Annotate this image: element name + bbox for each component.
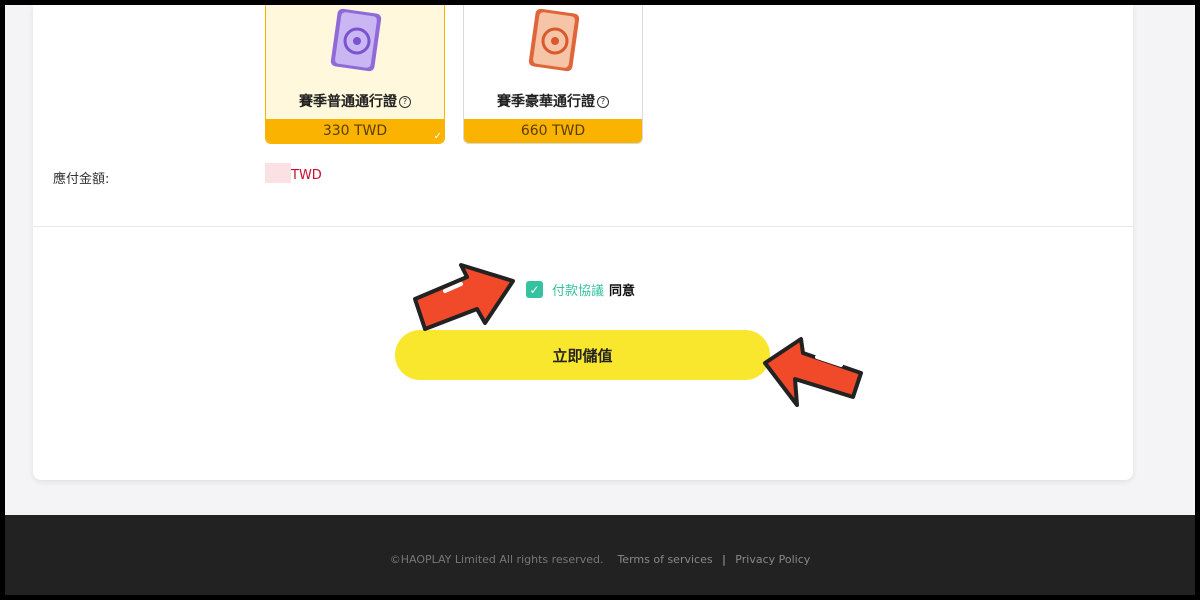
footer-separator: | <box>722 553 726 566</box>
copyright-text: ©HAOPLAY Limited All rights reserved. <box>389 553 604 566</box>
agreement-row: ✓ 付款協議 同意 <box>526 280 635 299</box>
privacy-link[interactable]: Privacy Policy <box>735 553 810 566</box>
top-up-now-button[interactable]: 立即儲值 <box>395 330 770 380</box>
amount-currency: TWD <box>291 168 322 183</box>
pass-price: 660 TWD <box>464 119 642 143</box>
purchase-card: 賽季普通通行證? 330 TWD ✓ 賽季豪華通行證? 660 TWD 應付金額… <box>33 5 1133 480</box>
pass-name: 賽季豪華通行證? <box>464 91 642 111</box>
page-frame: 賽季普通通行證? 330 TWD ✓ 賽季豪華通行證? 660 TWD 應付金額… <box>5 5 1195 595</box>
agree-label: 同意 <box>609 284 636 299</box>
pass-option-regular[interactable]: 賽季普通通行證? 330 TWD ✓ <box>265 5 445 144</box>
arrow-annotation-icon <box>413 263 515 331</box>
footer: ©HAOPLAY Limited All rights reserved. Te… <box>5 515 1195 595</box>
pass-name: 賽季普通通行證? <box>266 91 444 111</box>
pass-price: 330 TWD <box>266 119 444 143</box>
help-icon[interactable]: ? <box>399 96 411 108</box>
selected-check-icon: ✓ <box>433 131 442 142</box>
pass-book-icon <box>330 8 382 72</box>
terms-link[interactable]: Terms of services <box>617 553 712 566</box>
agreement-checkbox[interactable]: ✓ <box>526 281 543 298</box>
arrow-annotation-icon <box>763 337 863 407</box>
payment-agreement-link[interactable]: 付款協議 <box>552 280 604 299</box>
pass-option-deluxe[interactable]: 賽季豪華通行證? 660 TWD <box>463 5 643 144</box>
amount-value-redacted <box>265 163 291 183</box>
help-icon[interactable]: ? <box>597 96 609 108</box>
amount-label: 應付金額: <box>53 172 110 187</box>
divider <box>33 226 1133 227</box>
pass-book-icon <box>528 8 580 72</box>
